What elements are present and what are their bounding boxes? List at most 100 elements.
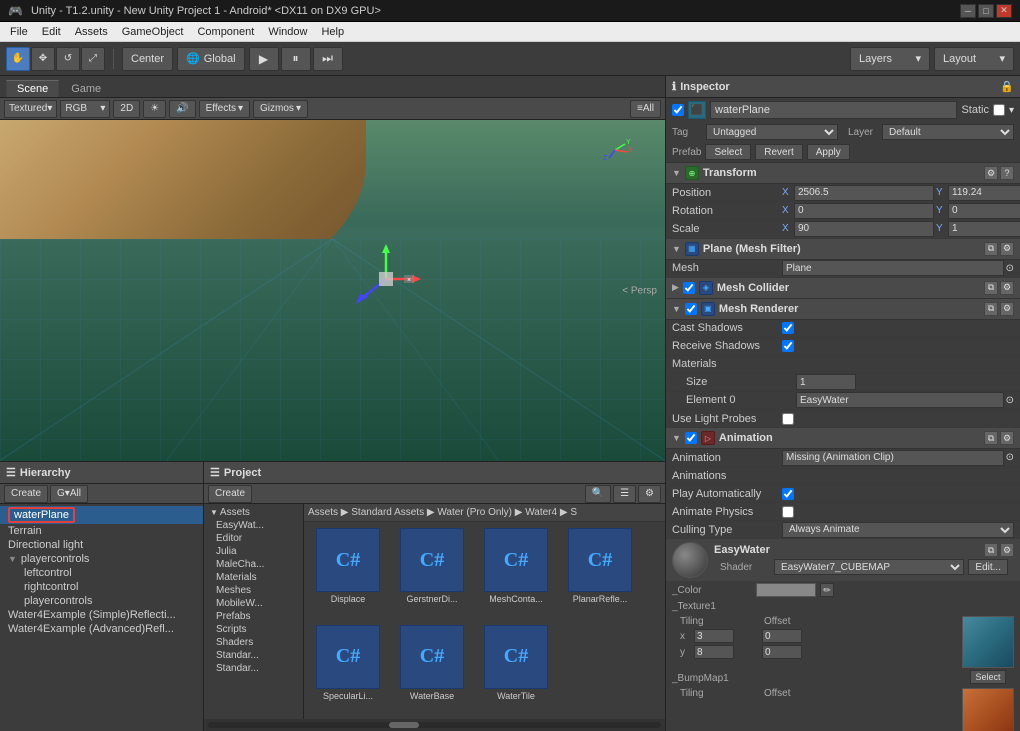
materials-size-input[interactable] bbox=[796, 374, 856, 390]
prefab-apply-btn[interactable]: Apply bbox=[807, 144, 850, 160]
transform-gizmo[interactable]: × bbox=[346, 239, 426, 322]
project-filter[interactable]: ☰ bbox=[613, 485, 636, 503]
culling-type-select[interactable]: Always Animate bbox=[782, 522, 1014, 538]
object-name-input[interactable] bbox=[710, 101, 957, 119]
color-edit-btn[interactable]: ✏ bbox=[820, 583, 834, 597]
meshrenderer-copy-icon[interactable]: ⧉ bbox=[984, 302, 998, 316]
tree-standard1[interactable]: Standar... bbox=[206, 649, 301, 662]
meshfilter-settings-icon[interactable]: ⚙ bbox=[1000, 242, 1014, 256]
tool-scale[interactable]: ⤢ bbox=[81, 47, 105, 71]
viewport[interactable]: × Y X Z < Persp bbox=[0, 120, 665, 461]
shader-edit-btn[interactable]: Edit... bbox=[968, 559, 1008, 575]
hierarchy-create-btn[interactable]: Create bbox=[4, 485, 48, 503]
texture1-offset-x[interactable] bbox=[762, 629, 802, 643]
menu-edit[interactable]: Edit bbox=[36, 25, 67, 39]
hierarchy-item-playercontrols2[interactable]: playercontrols bbox=[0, 594, 203, 608]
animation-enabled-checkbox[interactable] bbox=[685, 432, 697, 444]
tree-standard2[interactable]: Standar... bbox=[206, 662, 301, 675]
minimize-button[interactable]: ─ bbox=[960, 4, 976, 18]
hierarchy-item-waterplane[interactable]: waterPlane bbox=[0, 506, 203, 524]
tree-meshes[interactable]: Meshes bbox=[206, 584, 301, 597]
gizmos-dropdown[interactable]: Gizmos ▾ bbox=[253, 100, 308, 118]
meshfilter-section-header[interactable]: ▼ ▦ Plane (Mesh Filter) ⧉ ⚙ bbox=[666, 239, 1020, 260]
meshrenderer-settings-icon[interactable]: ⚙ bbox=[1000, 302, 1014, 316]
close-button[interactable]: ✕ bbox=[996, 4, 1012, 18]
tool-rotate[interactable]: ↺ bbox=[56, 47, 80, 71]
animation-settings-icon[interactable]: ⚙ bbox=[1000, 431, 1014, 445]
color-swatch[interactable] bbox=[756, 583, 816, 597]
pause-button[interactable]: ⏸ bbox=[281, 47, 311, 71]
easywater-settings-icon[interactable]: ⚙ bbox=[1000, 543, 1014, 557]
maximize-button[interactable]: □ bbox=[978, 4, 994, 18]
transform-section-header[interactable]: ▼ ⊕ Transform ⚙ ? bbox=[666, 163, 1020, 184]
menu-assets[interactable]: Assets bbox=[69, 25, 114, 39]
static-checkbox[interactable] bbox=[993, 104, 1005, 116]
meshcollider-section-header[interactable]: ▶ ◈ Mesh Collider ⧉ ⚙ bbox=[666, 278, 1020, 299]
element0-input[interactable] bbox=[796, 392, 1004, 408]
play-button[interactable]: ▶ bbox=[249, 47, 279, 71]
meshcollider-enabled-checkbox[interactable] bbox=[683, 282, 695, 294]
hierarchy-item-dirlight[interactable]: Directional light bbox=[0, 538, 203, 552]
2d-toggle[interactable]: 2D bbox=[113, 100, 140, 118]
tree-editor[interactable]: Editor bbox=[206, 532, 301, 545]
object-active-checkbox[interactable] bbox=[672, 104, 684, 116]
tree-julia[interactable]: Julia bbox=[206, 545, 301, 558]
hierarchy-item-leftcontrol[interactable]: leftcontrol bbox=[0, 566, 203, 580]
receive-shadows-checkbox[interactable] bbox=[782, 340, 794, 352]
hierarchy-item-water4advanced[interactable]: Water4Example (Advanced)Refl... bbox=[0, 622, 203, 636]
tree-malecha[interactable]: MaleCha... bbox=[206, 558, 301, 571]
play-auto-checkbox[interactable] bbox=[782, 488, 794, 500]
texture1-offset-y[interactable] bbox=[762, 645, 802, 659]
light-probes-checkbox[interactable] bbox=[782, 413, 794, 425]
tree-assets[interactable]: ▼ Assets bbox=[206, 506, 301, 519]
animation-copy-icon[interactable]: ⧉ bbox=[984, 431, 998, 445]
tree-prefabs[interactable]: Prefabs bbox=[206, 610, 301, 623]
tree-mobilew[interactable]: MobileW... bbox=[206, 597, 301, 610]
position-y[interactable] bbox=[948, 185, 1020, 201]
asset-displace[interactable]: C# Displace bbox=[308, 526, 388, 619]
project-create-btn[interactable]: Create bbox=[208, 485, 252, 503]
prefab-revert-btn[interactable]: Revert bbox=[755, 144, 802, 160]
meshcollider-settings-icon[interactable]: ⚙ bbox=[1000, 281, 1014, 295]
mesh-select-icon[interactable]: ⊙ bbox=[1006, 263, 1014, 274]
menu-help[interactable]: Help bbox=[315, 25, 350, 39]
pivot-toggle[interactable]: Center bbox=[122, 47, 173, 71]
tab-scene[interactable]: Scene bbox=[6, 80, 59, 97]
step-button[interactable]: ⏭ bbox=[313, 47, 343, 71]
tool-hand[interactable]: ✋ bbox=[6, 47, 30, 71]
tree-materials[interactable]: Materials bbox=[206, 571, 301, 584]
texture1-tiling-x[interactable] bbox=[694, 629, 734, 643]
layout-dropdown[interactable]: Layout ▾ bbox=[934, 47, 1014, 71]
static-dropdown[interactable]: ▾ bbox=[1009, 105, 1014, 116]
hierarchy-item-rightcontrol[interactable]: rightcontrol bbox=[0, 580, 203, 594]
hierarchy-item-water4simple[interactable]: Water4Example (Simple)Reflecti... bbox=[0, 608, 203, 622]
hierarchy-search[interactable]: G▾All bbox=[50, 485, 88, 503]
position-x[interactable] bbox=[794, 185, 934, 201]
view-mode-dropdown[interactable]: Textured ▾ bbox=[4, 100, 57, 118]
cast-shadows-checkbox[interactable] bbox=[782, 322, 794, 334]
transform-settings-icon[interactable]: ⚙ bbox=[984, 166, 998, 180]
tab-game[interactable]: Game bbox=[61, 80, 111, 97]
tree-easywater[interactable]: EasyWat... bbox=[206, 519, 301, 532]
hierarchy-item-playercontrols[interactable]: ▼ playercontrols bbox=[0, 552, 203, 566]
animation-select-icon[interactable]: ⊙ bbox=[1006, 452, 1014, 463]
scale-x[interactable] bbox=[794, 221, 934, 237]
asset-gerstnerdi[interactable]: C# GerstnerDi... bbox=[392, 526, 472, 619]
color-mode-dropdown[interactable]: RGB ▾ bbox=[60, 100, 110, 118]
menu-file[interactable]: File bbox=[4, 25, 34, 39]
animation-section-header[interactable]: ▼ ▷ Animation ⧉ ⚙ bbox=[666, 428, 1020, 449]
layer-select[interactable]: Default bbox=[882, 124, 1014, 140]
texture1-tiling-y[interactable] bbox=[694, 645, 734, 659]
animation-clip-input[interactable] bbox=[782, 450, 1004, 466]
prefab-select-btn[interactable]: Select bbox=[705, 144, 751, 160]
shader-select[interactable]: EasyWater7_CUBEMAP bbox=[774, 559, 964, 575]
menu-window[interactable]: Window bbox=[262, 25, 313, 39]
search-scene[interactable]: ≡All bbox=[630, 100, 661, 118]
tag-select[interactable]: Untagged bbox=[706, 124, 838, 140]
project-settings[interactable]: ⚙ bbox=[638, 485, 661, 503]
asset-specularli[interactable]: C# SpecularLi... bbox=[308, 623, 388, 716]
meshcollider-copy-icon[interactable]: ⧉ bbox=[984, 281, 998, 295]
menu-component[interactable]: Component bbox=[191, 25, 260, 39]
layers-dropdown[interactable]: Layers ▾ bbox=[850, 47, 930, 71]
effects-dropdown[interactable]: Effects ▾ bbox=[199, 100, 250, 118]
